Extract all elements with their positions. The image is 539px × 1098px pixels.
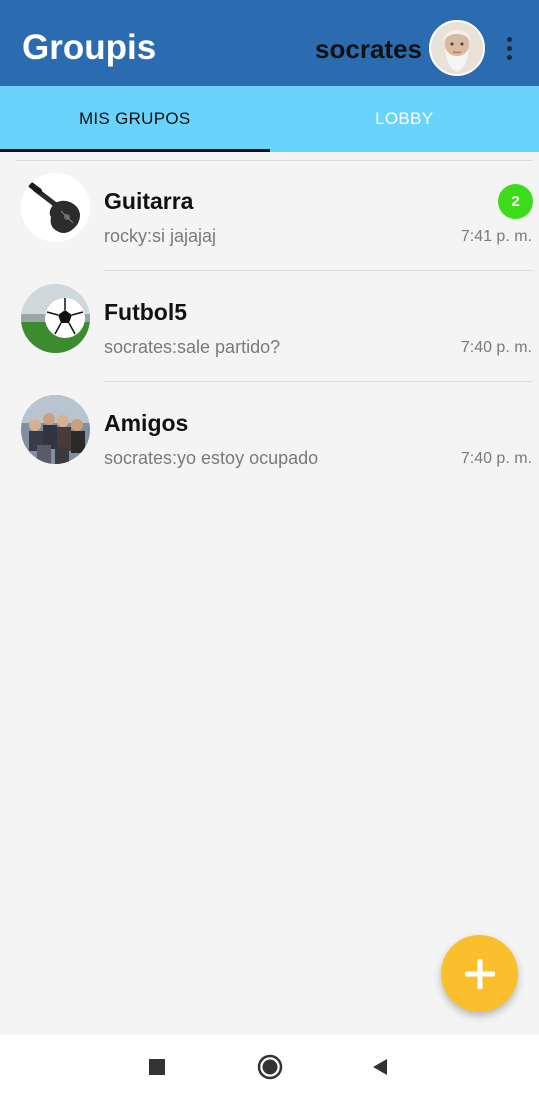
tab-lobby[interactable]: LOBBY bbox=[270, 86, 539, 152]
group-item-amigos[interactable]: Amigos socrates:yo estoy ocupado 7:40 p.… bbox=[0, 382, 539, 493]
tab-bar: MIS GRUPOS LOBBY bbox=[0, 86, 539, 152]
square-icon bbox=[149, 1059, 165, 1075]
group-avatar bbox=[21, 284, 90, 353]
group-time: 7:40 p. m. bbox=[460, 339, 532, 356]
unread-badge: 2 bbox=[498, 184, 533, 219]
more-vert-icon bbox=[506, 36, 512, 42]
circle-icon bbox=[257, 1054, 283, 1080]
back-button[interactable] bbox=[366, 1053, 394, 1081]
group-time: 7:40 p. m. bbox=[460, 450, 532, 467]
user-avatar[interactable] bbox=[429, 20, 485, 76]
more-options-button[interactable] bbox=[497, 32, 521, 64]
group-time: 7:41 p. m. bbox=[460, 228, 532, 245]
socrates-bust-image bbox=[431, 22, 483, 74]
soccer-ball-image bbox=[21, 284, 90, 353]
group-name: Futbol5 bbox=[104, 299, 188, 325]
group-name: Guitarra bbox=[104, 188, 194, 214]
app-title: Groupis bbox=[22, 28, 157, 67]
triangle-back-icon bbox=[373, 1059, 387, 1075]
plus-icon bbox=[464, 958, 495, 989]
group-avatar bbox=[21, 173, 90, 242]
group-last-message: socrates:sale partido? bbox=[104, 337, 281, 357]
home-button[interactable] bbox=[256, 1053, 284, 1081]
group-last-message: socrates:yo estoy ocupado bbox=[104, 448, 319, 468]
user-name[interactable]: socrates bbox=[315, 34, 422, 65]
tab-mis-grupos[interactable]: MIS GRUPOS bbox=[0, 86, 270, 152]
group-last-message: rocky:si jajajaj bbox=[104, 226, 217, 246]
add-group-button[interactable] bbox=[441, 935, 518, 1012]
group-avatar bbox=[21, 395, 90, 464]
system-nav-bar bbox=[0, 1035, 539, 1098]
friends-photo-image bbox=[21, 395, 90, 464]
recent-apps-button[interactable] bbox=[143, 1053, 171, 1081]
group-item-futbol5[interactable]: Futbol5 socrates:sale partido? 7:40 p. m… bbox=[0, 271, 539, 382]
guitar-image bbox=[21, 173, 90, 242]
group-item-guitarra[interactable]: Guitarra 2 rocky:si jajajaj 7:41 p. m. bbox=[0, 160, 539, 271]
group-name: Amigos bbox=[104, 410, 189, 436]
app-bar: Groupis socrates bbox=[0, 12, 539, 86]
status-bar bbox=[0, 0, 539, 12]
